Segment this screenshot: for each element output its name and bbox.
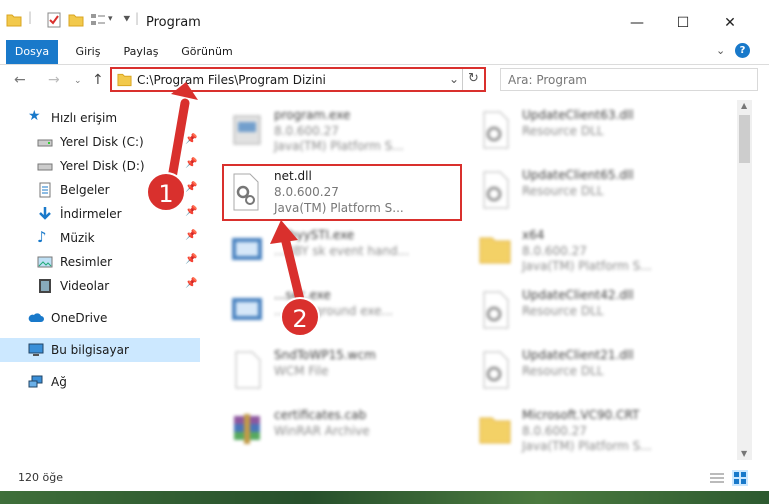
annotation-badge-1: 1 xyxy=(146,172,186,212)
explorer-window: | ▾ ⯆ | Program — ☐ ✕ Dosya Giriş Paylaş… xyxy=(0,0,769,491)
arrow-2 xyxy=(280,233,305,305)
arrow-2-head xyxy=(270,220,298,244)
desktop-background xyxy=(0,491,769,504)
arrow-1 xyxy=(167,98,190,183)
arrow-1-head xyxy=(171,82,198,100)
annotation-arrows xyxy=(167,82,305,305)
annotation-badge-2: 2 xyxy=(280,297,320,337)
